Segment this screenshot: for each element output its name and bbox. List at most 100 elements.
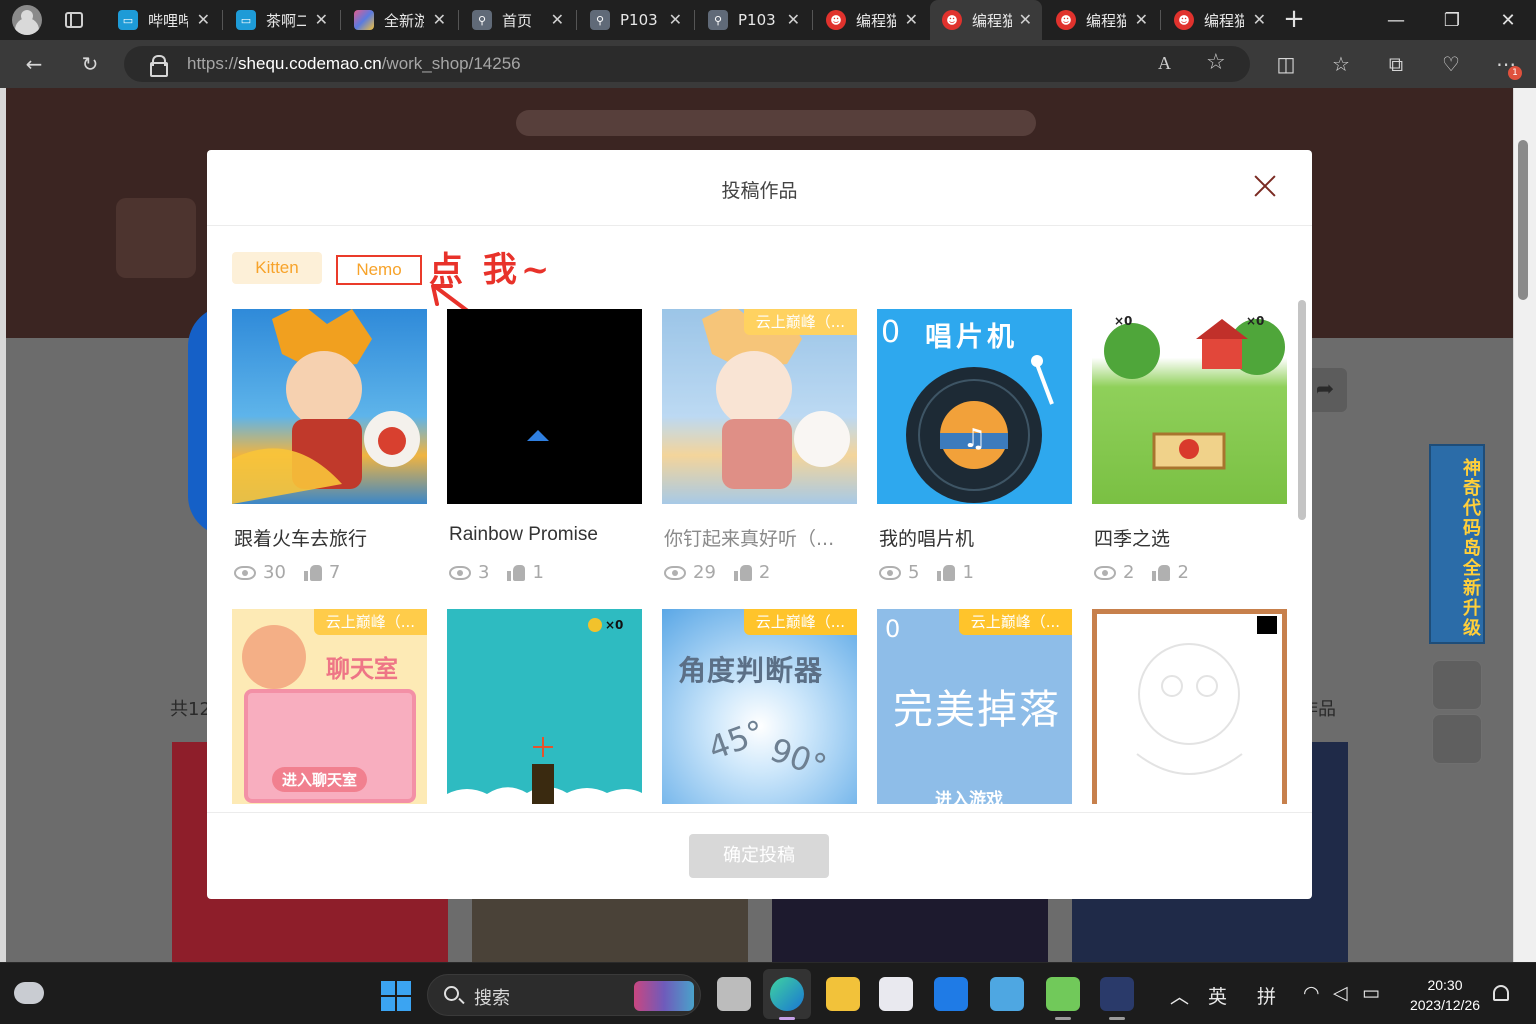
store-icon[interactable] — [879, 977, 913, 1011]
maximize-button[interactable]: ❐ — [1424, 0, 1480, 40]
battery-icon[interactable]: ▭ — [1362, 982, 1380, 1004]
browser-tab[interactable]: ⚲ 首页 ✕ — [460, 0, 574, 40]
work-stats: 3 1 — [449, 562, 544, 583]
tab-close-icon[interactable]: ✕ — [315, 11, 328, 29]
weather-icon[interactable] — [14, 982, 44, 1004]
work-thumbnail[interactable]: ×0 — [447, 609, 642, 804]
refresh-icon[interactable]: ↻ — [76, 50, 104, 78]
read-aloud-icon[interactable]: A — [1158, 53, 1171, 74]
dialog-scrollbar-thumb[interactable] — [1298, 300, 1306, 520]
work-card[interactable]: 跟着火车去旅行 30 7 — [232, 309, 427, 589]
browser-tab[interactable]: ▭ 哔哩哔 ✕ — [106, 0, 220, 40]
telegram-icon[interactable] — [990, 977, 1024, 1011]
browser-tab-active[interactable]: ☻ 编程猫 ✕ — [930, 0, 1042, 40]
tab-close-icon[interactable]: ✕ — [905, 11, 918, 29]
work-thumbnail[interactable] — [447, 309, 642, 504]
devcpp-icon[interactable] — [1100, 977, 1134, 1011]
windows-taskbar: 搜索 ︿ 英 拼 ◠ ◁ ▭ 20:30 2023/12/26 — [0, 962, 1536, 1024]
work-thumbnail[interactable]: ×0 ×0 — [1092, 309, 1287, 504]
contest-tag: 云上巅峰（... — [743, 309, 857, 335]
work-card[interactable]: Rainbow Promise 3 1 — [447, 309, 642, 589]
page-scrollbar-thumb[interactable] — [1518, 140, 1528, 300]
filter-tab-nemo[interactable]: Nemo — [336, 255, 422, 285]
close-icon[interactable] — [1253, 174, 1277, 198]
thumb-angle-a: 45° — [703, 712, 770, 768]
back-arrow-icon[interactable]: ← — [20, 50, 48, 78]
mobile-icon[interactable] — [1432, 660, 1482, 710]
work-card[interactable] — [1092, 609, 1287, 809]
favorites-icon[interactable]: ☆ — [1327, 50, 1355, 78]
taskbar-search[interactable]: 搜索 — [427, 974, 701, 1016]
tab-close-icon[interactable]: ✕ — [433, 11, 446, 29]
new-tab-button[interactable]: + — [1280, 6, 1308, 34]
thumb-title: 聊天室 — [326, 655, 398, 683]
browser-tab[interactable]: ☻ 编程猫 ✕ — [1044, 0, 1158, 40]
split-screen-icon[interactable]: ◫ — [1272, 50, 1300, 78]
edge-icon[interactable] — [770, 977, 804, 1011]
filter-tab-kitten[interactable]: Kitten — [232, 252, 322, 284]
tab-close-icon[interactable]: ✕ — [1019, 11, 1032, 29]
task-view-icon[interactable] — [717, 977, 751, 1011]
tab-close-icon[interactable]: ✕ — [787, 11, 800, 29]
like-icon — [937, 564, 956, 581]
confirm-submit-button[interactable]: 确定投稿 — [689, 834, 829, 878]
address-bar[interactable]: https://sheq​u.codemao.cn/work_shop/1425… — [124, 46, 1250, 82]
ime-mode[interactable]: 拼 — [1257, 982, 1276, 1009]
codemao-icon: ☻ — [1056, 10, 1076, 30]
volume-muted-icon[interactable]: ◁ — [1333, 982, 1348, 1004]
tab-actions-menu[interactable] — [60, 6, 88, 34]
side-advertisement[interactable]: 神奇代码岛全新升级 — [1429, 444, 1485, 644]
tab-title: 茶啊二 — [266, 11, 306, 30]
work-thumbnail[interactable]: 角度判断器 45° 90° 云上巅峰（... — [662, 609, 857, 804]
work-card[interactable]: ×0 ×0 四季之选 2 2 — [1092, 309, 1287, 589]
profile-avatar[interactable] — [12, 5, 42, 35]
work-card[interactable]: 聊天室 进入聊天室 云上巅峰（... — [232, 609, 427, 809]
work-thumbnail[interactable] — [1092, 609, 1287, 804]
tab-close-icon[interactable]: ✕ — [1135, 11, 1148, 29]
tab-title: 编程猫 — [856, 11, 896, 30]
qq-icon[interactable] — [1432, 714, 1482, 764]
work-card[interactable]: 角度判断器 45° 90° 云上巅峰（... — [662, 609, 857, 809]
tab-title: 首页 — [502, 11, 533, 30]
system-clock[interactable]: 20:30 2023/12/26 — [1400, 975, 1490, 1015]
browser-tab[interactable]: ☻ 编程猫 ✕ — [1162, 0, 1276, 40]
work-thumbnail[interactable]: 0 完美掉落 进入游戏 云上巅峰（... — [877, 609, 1072, 804]
more-menu-icon[interactable]: ⋯ 1 — [1492, 50, 1522, 80]
wifi-icon[interactable]: ◠ — [1303, 982, 1320, 1004]
tab-close-icon[interactable]: ✕ — [1253, 11, 1266, 29]
work-thumbnail[interactable]: 云上巅峰（... — [662, 309, 857, 504]
tab-close-icon[interactable]: ✕ — [197, 11, 210, 29]
collections-icon[interactable]: ⧉ — [1382, 50, 1410, 78]
work-stats: 2 2 — [1094, 562, 1189, 583]
close-window-button[interactable]: ✕ — [1480, 0, 1536, 40]
browser-tab[interactable]: ☻ 编程猫 ✕ — [814, 0, 928, 40]
favorite-star-icon[interactable]: ☆ — [1206, 50, 1226, 75]
work-thumbnail[interactable]: 0 唱片机 ♫ — [877, 309, 1072, 504]
work-card[interactable]: 0 唱片机 ♫ 我的唱片机 5 1 — [877, 309, 1072, 589]
browser-tab[interactable]: ▭ 茶啊二 ✕ — [224, 0, 338, 40]
site-icon: ⚲ — [590, 10, 610, 30]
notification-bell-icon[interactable] — [1493, 985, 1509, 1001]
edge-running-indicator — [779, 1017, 795, 1020]
work-card[interactable]: 云上巅峰（... 你钉起来真好听（... 29 2 — [662, 309, 857, 589]
browser-tab[interactable]: ⚲ P103 ✕ — [578, 0, 692, 40]
work-card[interactable]: ×0 — [447, 609, 642, 809]
tab-close-icon[interactable]: ✕ — [551, 11, 564, 29]
work-thumbnail[interactable]: 聊天室 进入聊天室 云上巅峰（... — [232, 609, 427, 804]
work-title: 你钉起来真好听（... — [664, 528, 835, 550]
search-highlight-icon — [634, 981, 694, 1011]
url-text[interactable]: https://sheq​u.codemao.cn/work_shop/1425… — [187, 54, 521, 74]
browser-tab[interactable]: 全新游 ✕ — [342, 0, 456, 40]
start-button[interactable] — [381, 981, 411, 1011]
browser-health-icon[interactable]: ♡ — [1437, 50, 1465, 78]
work-thumbnail[interactable] — [232, 309, 427, 504]
ime-language[interactable]: 英 — [1208, 982, 1227, 1009]
tray-overflow-icon[interactable]: ︿ — [1170, 982, 1189, 1009]
app-arrow-icon[interactable] — [934, 977, 968, 1011]
minimize-button[interactable]: — — [1368, 0, 1424, 40]
codemao-app-icon[interactable] — [1046, 977, 1080, 1011]
tab-close-icon[interactable]: ✕ — [669, 11, 682, 29]
browser-tab[interactable]: ⚲ P103 ✕ — [696, 0, 810, 40]
file-explorer-icon[interactable] — [826, 977, 860, 1011]
work-card[interactable]: 0 完美掉落 进入游戏 云上巅峰（... — [877, 609, 1072, 809]
